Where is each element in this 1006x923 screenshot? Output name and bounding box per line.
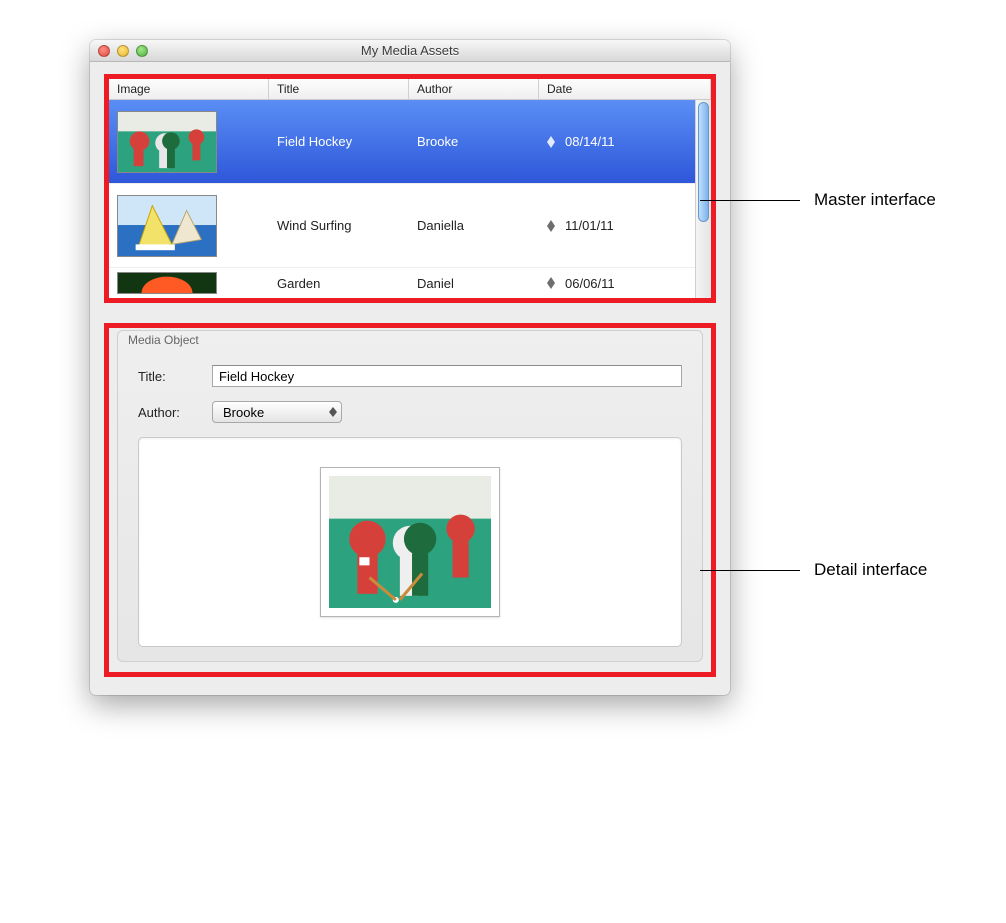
close-button[interactable] <box>98 45 110 57</box>
cell-author: Daniella <box>409 212 539 239</box>
column-header-author[interactable]: Author <box>409 79 539 99</box>
cell-title: Field Hockey <box>269 128 409 155</box>
table-header: Image Title Author Date <box>109 79 711 100</box>
group-legend: Media Object <box>118 331 702 347</box>
select-arrows-icon <box>329 407 337 417</box>
detail-interface: Media Object Title: Author: Brooke <box>104 323 716 677</box>
thumbnail <box>117 272 217 294</box>
traffic-lights <box>98 45 148 57</box>
minimize-button[interactable] <box>117 45 129 57</box>
column-header-date[interactable]: Date <box>539 79 711 99</box>
annotation-label: Detail interface <box>814 560 927 580</box>
author-select-value: Brooke <box>223 405 264 420</box>
thumbnail <box>117 111 217 173</box>
author-select[interactable]: Brooke <box>212 401 342 423</box>
image-frame <box>320 467 500 617</box>
window-body: Image Title Author Date <box>90 62 730 695</box>
column-header-title[interactable]: Title <box>269 79 409 99</box>
annotation-line <box>700 570 800 571</box>
zoom-button[interactable] <box>136 45 148 57</box>
table-row[interactable]: Garden Daniel 06/06/11 <box>109 268 711 298</box>
cell-date: 06/06/11 <box>539 270 711 297</box>
date-stepper-icon[interactable] <box>547 136 555 148</box>
table-row[interactable]: Wind Surfing Daniella 11/01/11 <box>109 184 711 268</box>
annotation-line <box>700 200 800 201</box>
date-value: 06/06/11 <box>565 276 615 291</box>
window-title: My Media Assets <box>90 43 730 58</box>
cell-title: Wind Surfing <box>269 212 409 239</box>
thumbnail <box>117 195 217 257</box>
cell-image <box>109 105 269 179</box>
date-stepper-icon[interactable] <box>547 277 555 289</box>
master-interface: Image Title Author Date <box>104 74 716 303</box>
annotation-master: Master interface <box>700 190 936 210</box>
cell-date: 11/01/11 <box>539 212 711 239</box>
app-window: My Media Assets Image Title Author Date <box>90 40 730 695</box>
cell-image <box>109 266 269 298</box>
date-stepper-icon[interactable] <box>547 220 555 232</box>
author-label: Author: <box>138 405 198 420</box>
media-object-group: Media Object Title: Author: Brooke <box>117 330 703 662</box>
date-value: 08/14/11 <box>565 134 615 149</box>
cell-title: Garden <box>269 270 409 297</box>
table-row[interactable]: Field Hockey Brooke 08/14/11 <box>109 100 711 184</box>
cell-date: 08/14/11 <box>539 128 711 155</box>
title-row: Title: <box>138 365 682 387</box>
title-input[interactable] <box>212 365 682 387</box>
cell-author: Brooke <box>409 128 539 155</box>
detail-image <box>329 476 491 608</box>
titlebar[interactable]: My Media Assets <box>90 40 730 62</box>
date-value: 11/01/11 <box>565 218 614 233</box>
image-well <box>138 437 682 647</box>
table-body: Field Hockey Brooke 08/14/11 <box>109 100 711 298</box>
cell-image <box>109 189 269 263</box>
annotation-detail: Detail interface <box>700 560 927 580</box>
author-row: Author: Brooke <box>138 401 682 423</box>
column-header-image[interactable]: Image <box>109 79 269 99</box>
annotation-label: Master interface <box>814 190 936 210</box>
title-label: Title: <box>138 369 198 384</box>
detail-form: Title: Author: Brooke <box>118 347 702 661</box>
cell-author: Daniel <box>409 270 539 297</box>
